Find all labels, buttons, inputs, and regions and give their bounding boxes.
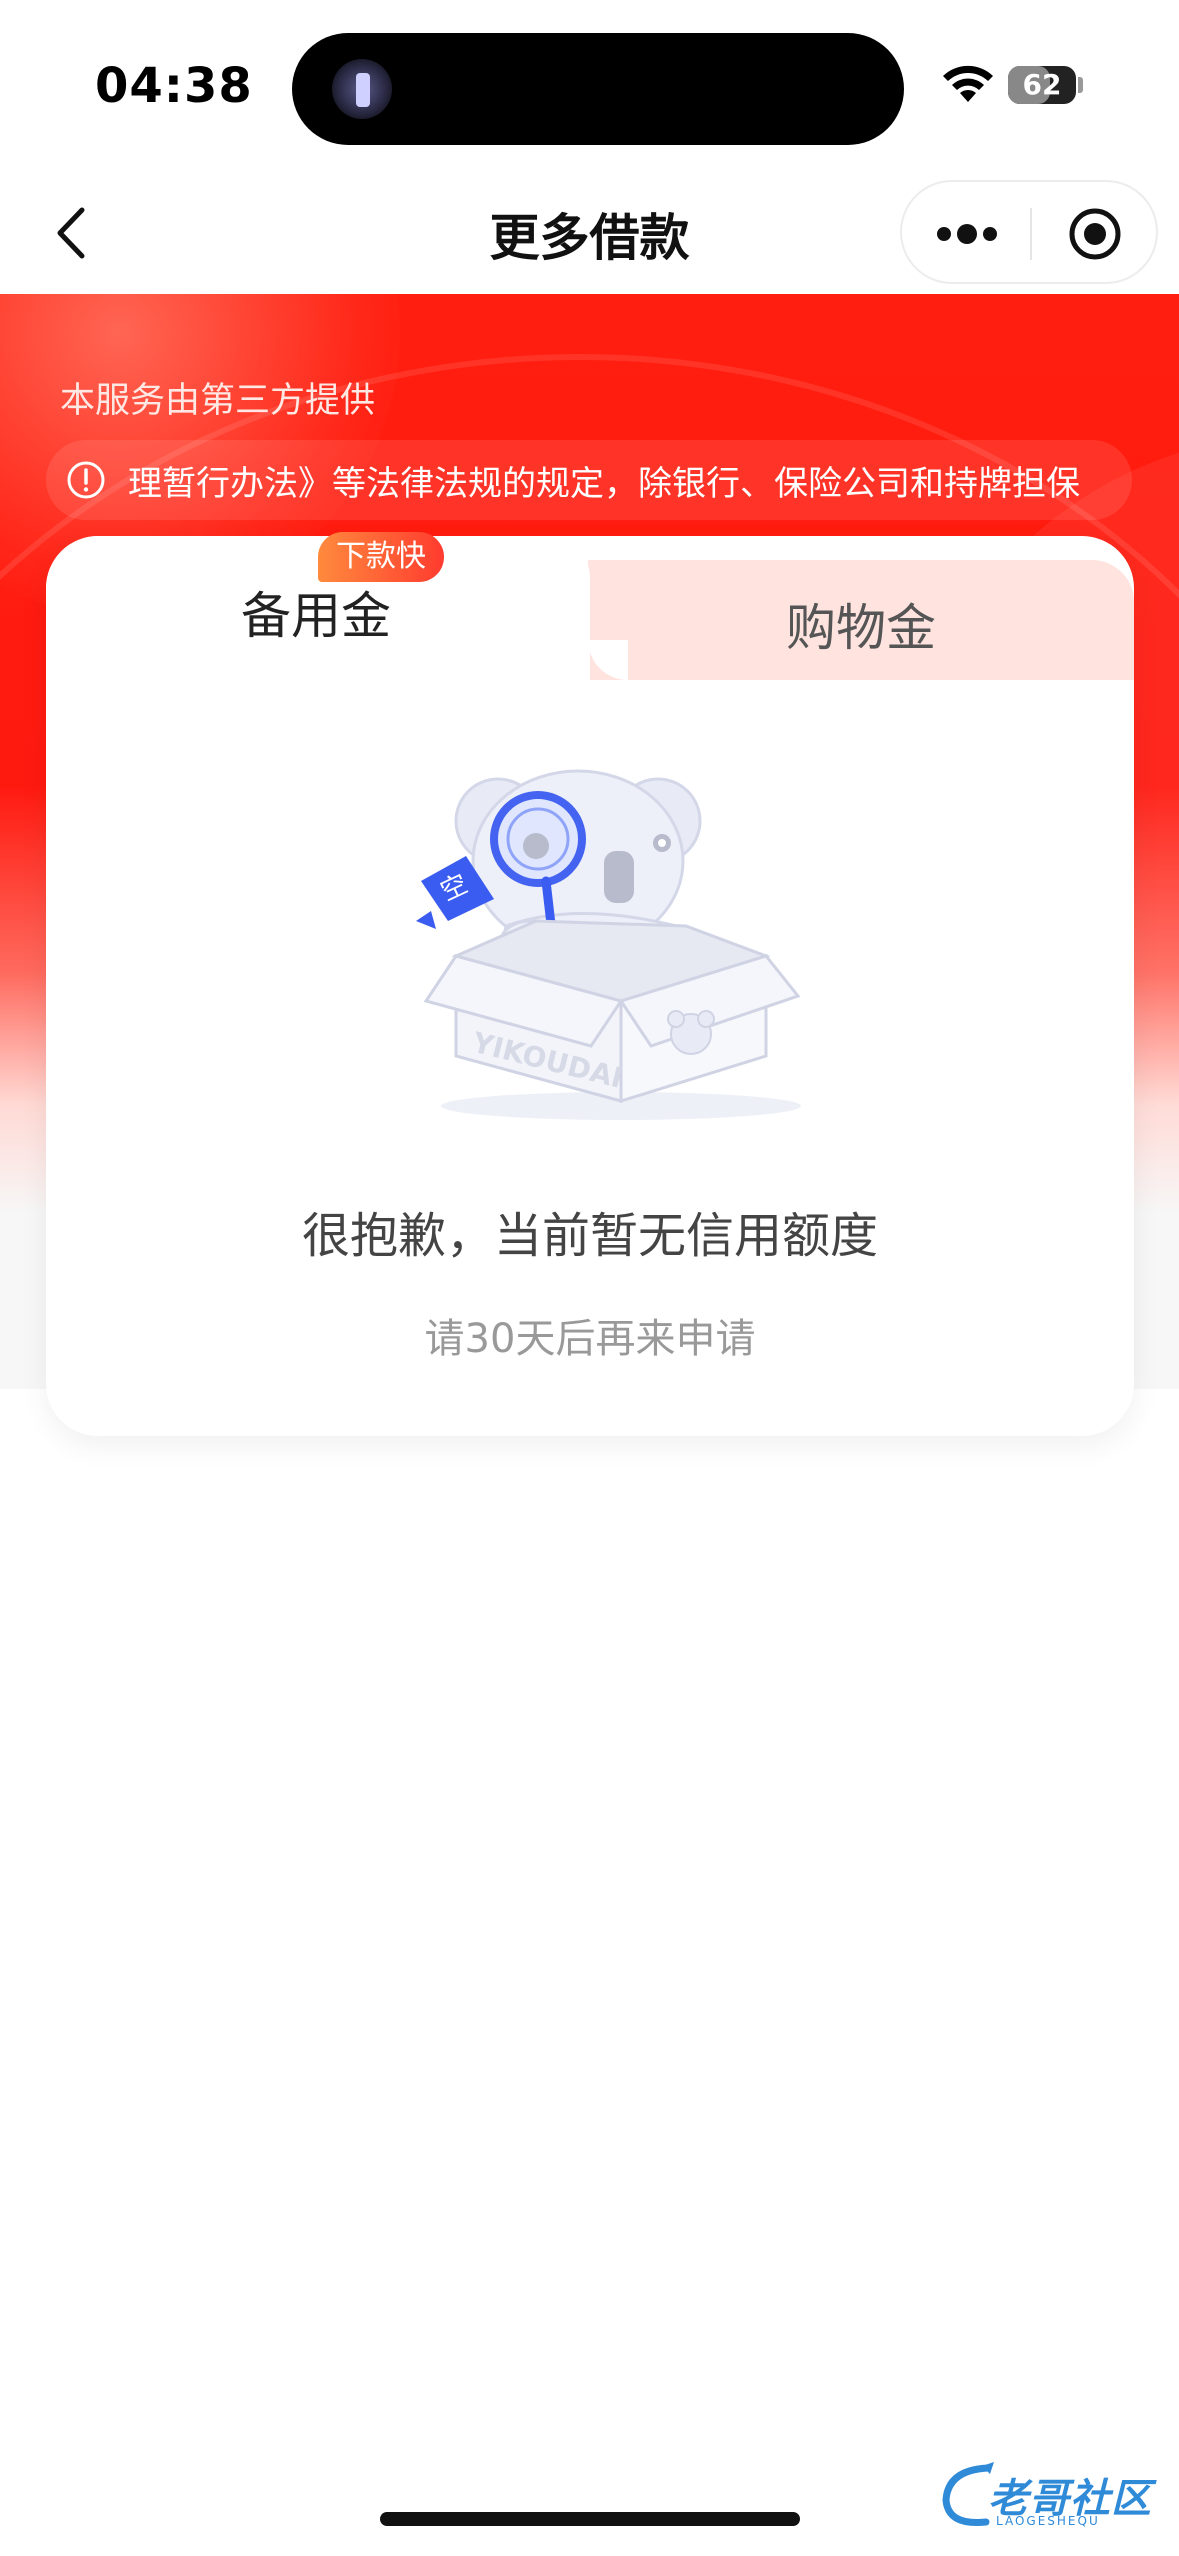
credit-card-panel: 备用金 购物金 下款快 空 YIKOUDAI 很抱歉，当前暂无信用额度 请30天… <box>46 532 1134 1436</box>
status-time: 04:38 <box>95 58 253 114</box>
koala-in-box-icon: 空 YIKOUDAI <box>416 769 801 1120</box>
battery-cap <box>1078 77 1083 93</box>
capsule-divider <box>1030 208 1032 260</box>
provider-text: 本服务由第三方提供 <box>60 381 376 421</box>
tab-shopping-fund-label[interactable]: 购物金 <box>588 588 1134 660</box>
empty-state-title: 很抱歉，当前暂无信用额度 <box>301 1208 878 1264</box>
target-icon[interactable] <box>1067 206 1123 262</box>
flashlight-icon <box>332 59 392 119</box>
status-bar: 04:38 62 <box>0 0 1179 170</box>
more-dots-icon[interactable] <box>932 212 1002 256</box>
dynamic-island <box>292 33 904 145</box>
watermark-logo: 老哥社区 LAOGESHEQU <box>938 2460 1168 2536</box>
empty-state-subtitle: 请30天后再来申请 <box>424 1316 756 1362</box>
tab-reserve-fund-label[interactable]: 备用金 <box>46 576 586 648</box>
battery-level: 62 <box>1022 68 1062 101</box>
mini-program-capsule <box>900 180 1158 284</box>
fast-loan-badge: 下款快 <box>318 532 444 582</box>
notice-marquee[interactable]: 理暂行办法》等法律法规的规定，除银行、保险公司和持牌担保 <box>46 440 1132 520</box>
navigation-bar: 更多借款 <box>0 170 1179 294</box>
battery-icon: 62 <box>1008 66 1076 104</box>
home-indicator[interactable] <box>380 2512 800 2526</box>
watermark-subtext: LAOGESHEQU <box>996 2514 1100 2528</box>
wifi-icon <box>943 65 993 102</box>
notice-text: 理暂行办法》等法律法规的规定，除银行、保险公司和持牌担保 <box>128 464 1080 504</box>
warning-circle-icon <box>67 461 105 499</box>
